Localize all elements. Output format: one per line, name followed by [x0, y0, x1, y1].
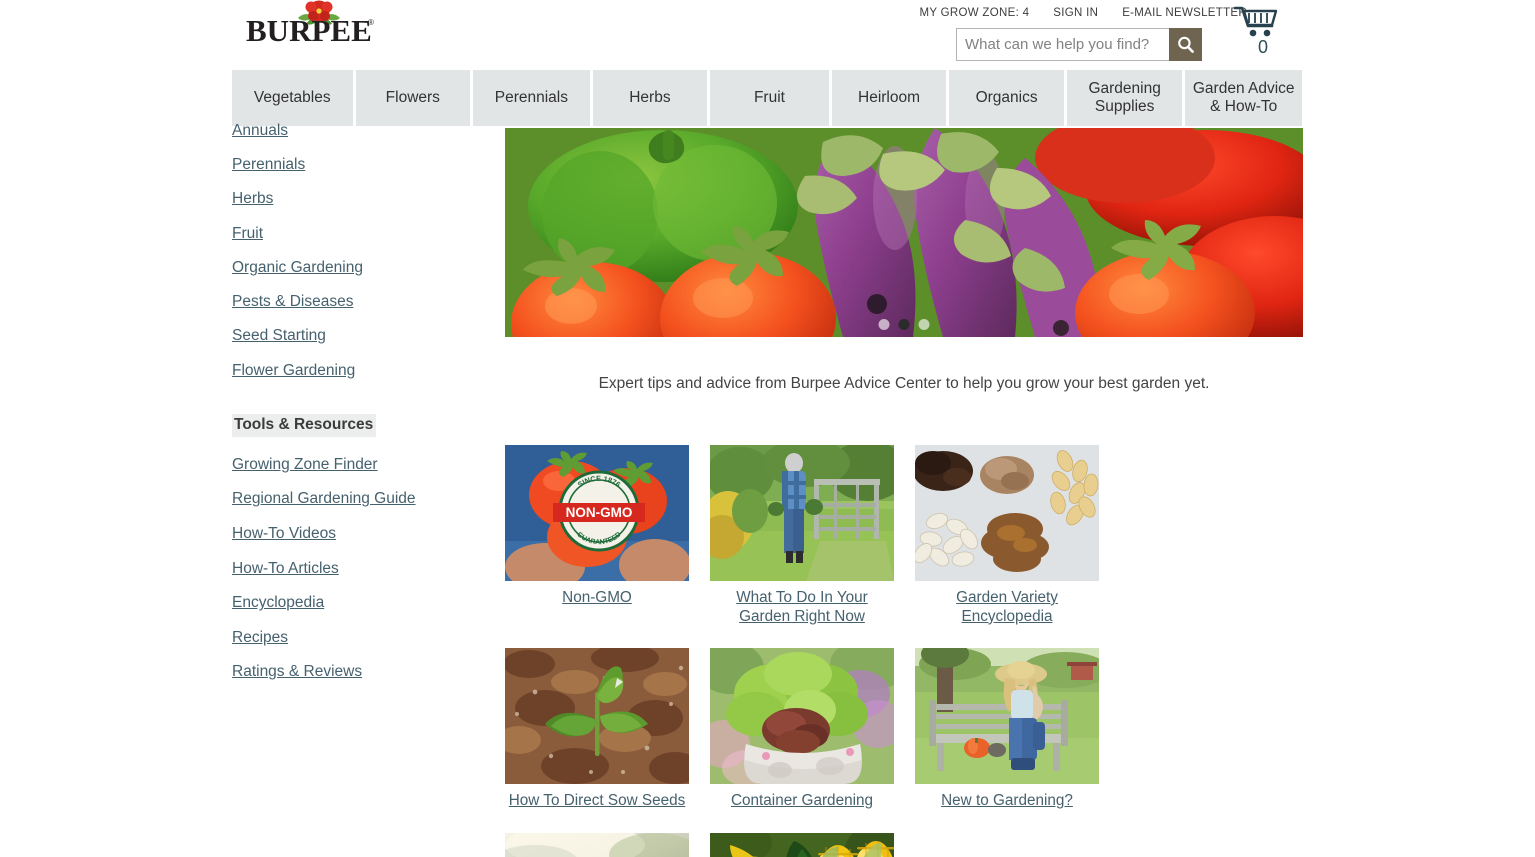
- card-image-non-gmo: SINCE 1876 GUARANTEED NON-GMO: [505, 445, 689, 581]
- card-new-to-gardening[interactable]: New to Gardening?: [915, 648, 1099, 811]
- sidebar-item-flower-gardening[interactable]: Flower Gardening: [232, 362, 355, 379]
- card-label-what-to-do-in-your-garden[interactable]: What To Do In Your Garden Right Now: [710, 589, 894, 626]
- utility-links: MY GROW ZONE: 4 SIGN IN E-MAIL NEWSLETTE…: [920, 7, 1247, 19]
- nav-tab-organics[interactable]: Organics: [949, 70, 1064, 126]
- site-header: BURPEE ® MY GROW ZONE: 4 SIGN IN E-MAIL …: [232, 0, 1302, 68]
- card-companion-planting[interactable]: Companion Planting: [710, 832, 894, 857]
- search-button[interactable]: [1169, 28, 1202, 61]
- card-non-gmo[interactable]: SINCE 1876 GUARANTEED NON-GMO Non-GMO: [505, 445, 689, 626]
- hero-image: [505, 128, 1303, 337]
- cart-widget[interactable]: 0: [1232, 5, 1294, 58]
- carousel-dots: [878, 319, 930, 330]
- carousel-dot-3[interactable]: [918, 319, 930, 330]
- advice-card-grid: SINCE 1876 GUARANTEED NON-GMO Non-GMO Wh…: [505, 445, 1303, 857]
- card-image-garden-variety-encyclopedia: [915, 445, 1099, 581]
- sidebar: Annuals Perennials Herbs Fruit Organic G…: [232, 122, 494, 698]
- nav-tab-herbs[interactable]: Herbs: [592, 70, 708, 126]
- cart-count: 0: [1257, 37, 1268, 57]
- card-label-container-gardening[interactable]: Container Gardening: [710, 792, 894, 811]
- tagline: Expert tips and advice from Burpee Advic…: [598, 375, 1210, 392]
- card-image-how-to-direct-sow-seeds: [505, 648, 689, 785]
- page-root: BURPEE ® MY GROW ZONE: 4 SIGN IN E-MAIL …: [0, 0, 1535, 857]
- card-label-new-to-gardening[interactable]: New to Gardening?: [915, 792, 1099, 811]
- grow-zone-label: MY GROW ZONE: 4: [919, 7, 1030, 19]
- hero-carousel[interactable]: [505, 128, 1303, 337]
- nav-tab-perennials[interactable]: Perennials: [473, 70, 590, 126]
- sidebar-item-organic-gardening[interactable]: Organic Gardening: [232, 259, 363, 276]
- card-image-container-gardening: [710, 648, 894, 785]
- main-navigation: Vegetables Flowers Perennials Herbs Frui…: [232, 70, 1302, 126]
- card-image-new-to-gardening: [915, 648, 1099, 785]
- search-bar: [956, 28, 1202, 61]
- nav-tab-vegetables[interactable]: Vegetables: [232, 70, 353, 126]
- nav-tab-gardening-supplies[interactable]: Gardening Supplies: [1066, 70, 1183, 126]
- card-how-to-direct-sow-seeds[interactable]: How To Direct Sow Seeds: [505, 648, 689, 811]
- cart-icon: [1233, 6, 1278, 37]
- sidebar-item-how-to-articles[interactable]: How-To Articles: [232, 560, 339, 577]
- card-container-gardening[interactable]: Container Gardening: [710, 648, 894, 811]
- sidebar-item-perennials[interactable]: Perennials: [232, 156, 305, 173]
- sidebar-item-growing-zone-finder[interactable]: Growing Zone Finder: [232, 456, 378, 473]
- burpee-logo[interactable]: BURPEE ®: [246, 0, 416, 50]
- card-garden-variety-encyclopedia[interactable]: Garden Variety Encyclopedia: [915, 445, 1099, 626]
- sidebar-item-encyclopedia[interactable]: Encyclopedia: [232, 594, 324, 611]
- nav-tab-heirloom[interactable]: Heirloom: [831, 70, 947, 126]
- search-input[interactable]: [956, 28, 1169, 61]
- newsletter-link[interactable]: E-MAIL NEWSLETTER: [1122, 7, 1247, 19]
- card-what-to-do-in-your-garden[interactable]: What To Do In Your Garden Right Now: [710, 445, 894, 626]
- sidebar-item-seed-starting[interactable]: Seed Starting: [232, 327, 326, 344]
- card-image-companion-planting: [710, 832, 894, 857]
- logo-wordmark: BURPEE: [246, 13, 372, 48]
- card-label-non-gmo[interactable]: Non-GMO: [505, 589, 689, 608]
- nav-tab-garden-advice[interactable]: Garden Advice & How-To: [1185, 70, 1302, 126]
- card-label-garden-variety-encyclopedia[interactable]: Garden Variety Encyclopedia: [915, 589, 1099, 626]
- sidebar-item-how-to-videos[interactable]: How-To Videos: [232, 525, 336, 542]
- sidebar-item-herbs[interactable]: Herbs: [232, 190, 273, 207]
- sign-in-link[interactable]: SIGN IN: [1053, 7, 1098, 19]
- badge-main-text: NON-GMO: [566, 505, 633, 520]
- sidebar-item-recipes[interactable]: Recipes: [232, 629, 288, 646]
- sidebar-item-regional-gardening-guide[interactable]: Regional Gardening Guide: [232, 490, 416, 507]
- card-image-what-to-do-in-your-garden: [710, 445, 894, 581]
- sidebar-item-pests-diseases[interactable]: Pests & Diseases: [232, 293, 353, 310]
- carousel-dot-1[interactable]: [878, 319, 890, 330]
- search-icon: [1177, 36, 1194, 53]
- sidebar-item-ratings-reviews[interactable]: Ratings & Reviews: [232, 663, 362, 680]
- card-image-know-your-sun-and-soil: [505, 832, 689, 857]
- logo-trademark: ®: [368, 18, 374, 27]
- carousel-dot-2[interactable]: [898, 319, 910, 330]
- sidebar-heading-tools-resources: Tools & Resources: [232, 413, 377, 437]
- card-know-your-sun-and-soil[interactable]: Know your Sun and Soil: [505, 832, 689, 857]
- sidebar-item-annuals[interactable]: Annuals: [232, 122, 288, 139]
- nav-tab-flowers[interactable]: Flowers: [355, 70, 471, 126]
- nav-tab-fruit[interactable]: Fruit: [710, 70, 829, 126]
- sidebar-item-fruit[interactable]: Fruit: [232, 225, 263, 242]
- card-label-how-to-direct-sow-seeds[interactable]: How To Direct Sow Seeds: [505, 792, 689, 811]
